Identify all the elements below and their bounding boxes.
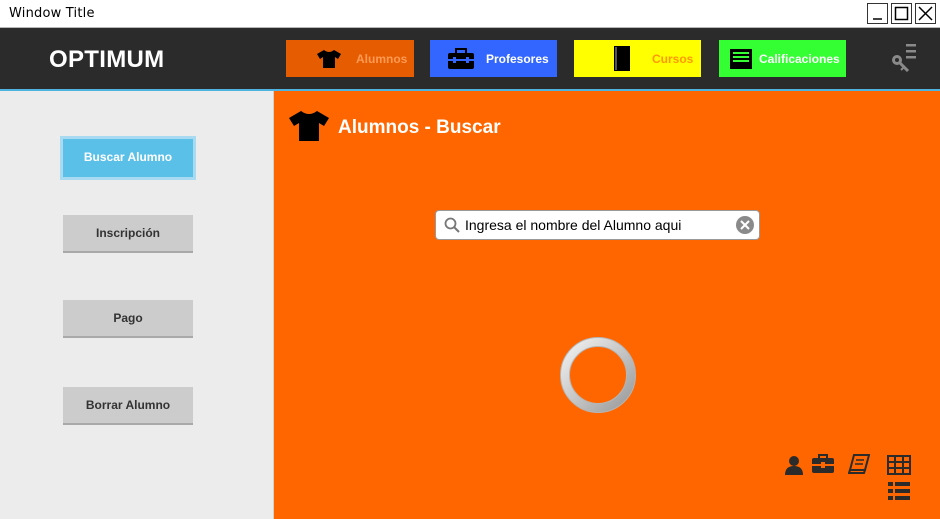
minimize-button[interactable] <box>867 3 888 24</box>
tab-calificaciones[interactable]: Calificaciones <box>719 40 846 77</box>
sidebar-item-inscripcion[interactable]: Inscripción <box>63 215 193 253</box>
book-icon[interactable] <box>848 454 870 474</box>
search-box <box>435 210 760 240</box>
page-title: Alumnos - Buscar <box>338 117 501 138</box>
loading-spinner-icon <box>560 337 636 413</box>
book-icon <box>614 46 630 71</box>
tab-profesores[interactable]: Profesores <box>430 40 557 77</box>
brand-logo: OPTIMUM <box>49 46 165 73</box>
maximize-button[interactable] <box>891 3 912 24</box>
top-nav: OPTIMUM Alumnos Profesores Cursos Califi… <box>0 28 940 91</box>
briefcase-icon <box>448 48 474 69</box>
close-icon <box>918 6 933 21</box>
tab-label: Alumnos <box>356 51 408 66</box>
clear-icon[interactable] <box>735 215 755 235</box>
shirt-icon <box>289 111 329 141</box>
grid-view-icon[interactable] <box>887 455 911 475</box>
tab-alumnos[interactable]: Alumnos <box>286 40 414 77</box>
search-input[interactable] <box>465 215 727 235</box>
inbox-icon <box>730 49 752 69</box>
key-icon[interactable] <box>889 42 919 72</box>
shirt-icon <box>317 50 341 68</box>
search-icon <box>444 217 460 233</box>
tab-label: Calificaciones <box>759 51 840 66</box>
sidebar-item-buscar-alumno[interactable]: Buscar Alumno <box>63 139 193 177</box>
tab-cursos[interactable]: Cursos <box>574 40 701 77</box>
window-titlebar: Window Title <box>0 0 940 28</box>
sidebar-item-borrar-alumno[interactable]: Borrar Alumno <box>63 387 193 425</box>
window-title: Window Title <box>9 6 95 21</box>
sidebar-item-pago[interactable]: Pago <box>63 300 193 338</box>
sidebar: Buscar Alumno Inscripción Pago Borrar Al… <box>0 91 274 519</box>
minimize-icon <box>873 18 882 20</box>
close-button[interactable] <box>915 3 936 24</box>
main-panel: Alumnos - Buscar <box>274 91 940 519</box>
user-icon[interactable] <box>784 455 804 475</box>
briefcase-icon[interactable] <box>811 454 835 474</box>
tab-label: Profesores <box>486 51 549 66</box>
maximize-icon <box>894 6 909 21</box>
tab-label: Cursos <box>652 51 694 66</box>
list-view-icon[interactable] <box>887 481 911 501</box>
